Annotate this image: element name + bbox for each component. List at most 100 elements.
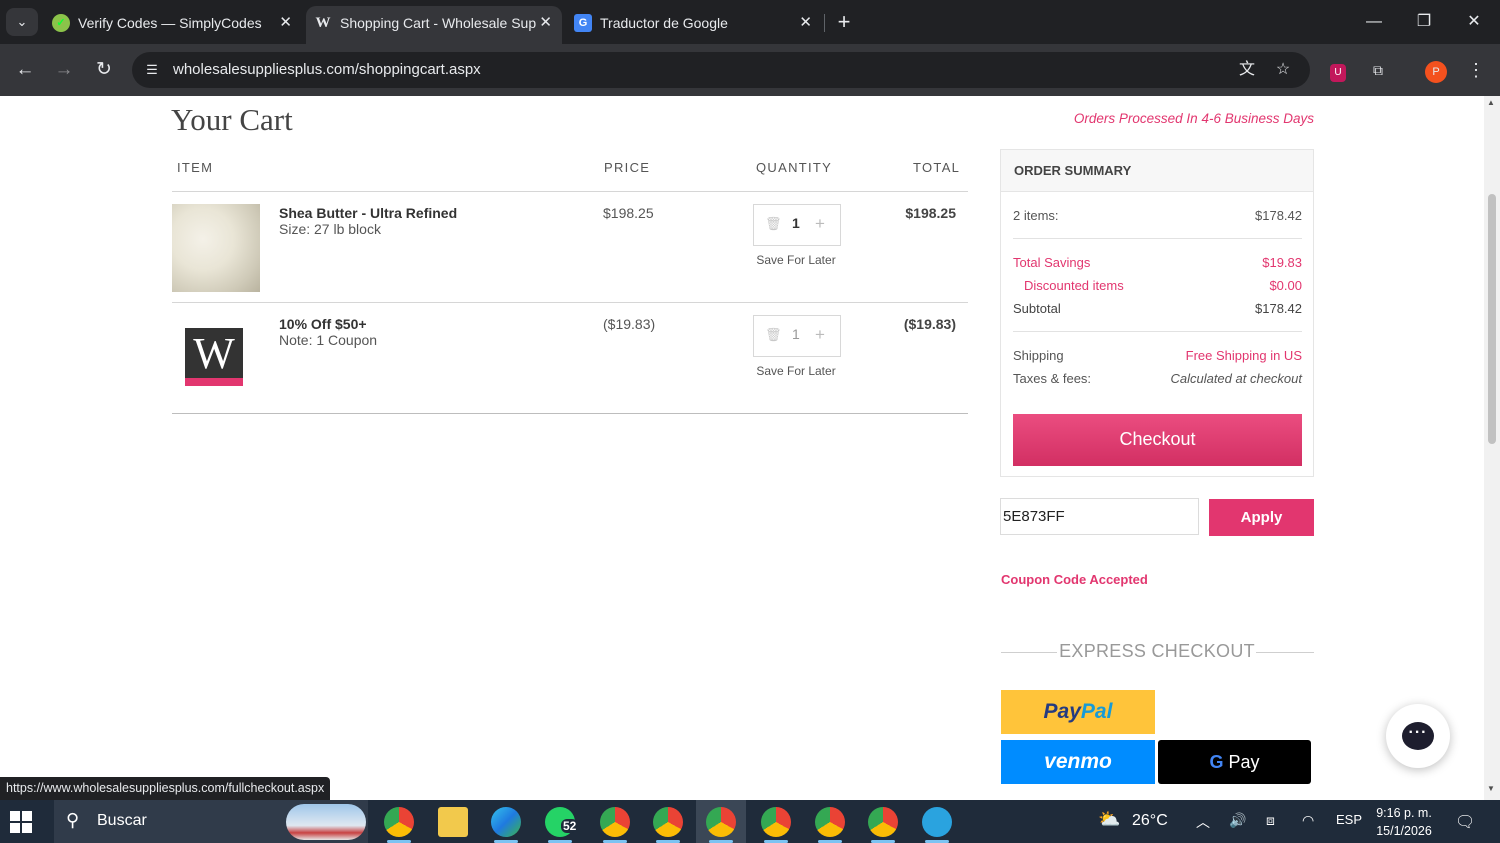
bookmark-star-icon[interactable]: ☆ (1272, 60, 1294, 80)
chrome-profile-g-icon[interactable] (653, 807, 683, 837)
chrome-profile-c2-icon[interactable] (868, 807, 898, 837)
checkout-button[interactable]: Checkout (1013, 414, 1302, 466)
wifi-icon[interactable]: ◠ (1302, 812, 1314, 829)
paypal-wordmark-part: Pay (1043, 700, 1081, 723)
show-hidden-icons-chevron-icon[interactable]: ︿ (1196, 812, 1210, 832)
tab-search-button[interactable]: ⌄ (6, 8, 38, 36)
meet-now-icon[interactable]: ⧈ (1266, 812, 1275, 829)
tab-google-translate[interactable]: G Traductor de Google ✕ (566, 6, 822, 44)
quantity-stepper: 🗑 1 + (753, 204, 841, 246)
minimize-button[interactable]: — (1351, 8, 1397, 36)
tab-simplycodes[interactable]: ✓ Verify Codes — SimplyCodes ✕ (44, 6, 302, 44)
google-translate-favicon-icon: G (574, 14, 592, 32)
browser-toolbar: ← → ↻ ☰ wholesalesuppliesplus.com/shoppi… (0, 44, 1500, 96)
divider (1013, 331, 1302, 332)
column-header-price: PRICE (604, 160, 651, 175)
subtotal-value: $178.42 (1255, 301, 1302, 316)
save-for-later-link[interactable]: Save For Later (746, 253, 846, 267)
google-pay-button[interactable]: G Pay (1158, 740, 1311, 784)
reload-button[interactable]: ↻ (90, 56, 118, 84)
trash-icon[interactable]: 🗑 (765, 327, 782, 343)
items-label: 2 items: (1013, 208, 1059, 223)
plus-icon[interactable]: + (815, 325, 825, 345)
temperature-label[interactable]: 26°C (1132, 812, 1168, 830)
back-button[interactable]: ← (11, 56, 39, 84)
chrome-profile-p-icon[interactable] (706, 807, 736, 837)
restore-button[interactable]: ❐ (1401, 8, 1447, 36)
extensions-puzzle-icon[interactable]: ⧉ (1366, 58, 1390, 82)
order-summary-title: ORDER SUMMARY (1001, 150, 1313, 192)
google-g-icon: G (1209, 752, 1224, 772)
save-for-later-link[interactable]: Save For Later (746, 364, 846, 378)
coupon-name[interactable]: 10% Off $50+ (279, 316, 367, 332)
divider (172, 302, 968, 303)
subtotal-label: Subtotal (1013, 301, 1061, 316)
chrome-taskbar-icon[interactable] (384, 807, 414, 837)
scrollbar-thumb[interactable] (1488, 194, 1496, 444)
summary-shipping-row: Shipping Free Shipping in US (1013, 348, 1302, 363)
profile-avatar[interactable]: P (1424, 58, 1448, 83)
clock-time: 9:16 p. m. (1376, 806, 1432, 820)
volume-icon[interactable]: 🔊 (1229, 812, 1246, 829)
product-size: Size: 27 lb block (279, 221, 381, 237)
line-total: $198.25 (905, 205, 956, 221)
site-settings-icon[interactable]: ☰ (142, 60, 162, 80)
translate-icon[interactable]: 文 (1236, 60, 1258, 80)
browser-menu-icon[interactable]: ⋮ (1464, 58, 1488, 82)
close-tab-icon[interactable]: ✕ (799, 6, 812, 40)
telegram-icon[interactable] (922, 807, 952, 837)
discounted-value: $0.00 (1269, 278, 1302, 293)
close-window-button[interactable]: ✕ (1451, 8, 1497, 36)
scroll-down-arrow-icon[interactable]: ▼ (1487, 784, 1495, 793)
page-content: Your Cart Orders Processed In 4-6 Busine… (0, 96, 1484, 800)
divider (1013, 238, 1302, 239)
close-tab-icon[interactable]: ✕ (279, 6, 292, 40)
express-checkout-label: EXPRESS CHECKOUT (1059, 641, 1255, 661)
apply-coupon-button[interactable]: Apply (1209, 499, 1314, 536)
taskbar-search-box[interactable]: ⚲ Buscar (54, 800, 368, 843)
taskbar-clock[interactable]: 9:16 p. m. 15/1/2026 (1366, 804, 1442, 840)
page-scrollbar[interactable]: ▲ ▼ (1484, 96, 1500, 800)
product-name[interactable]: Shea Butter - Ultra Refined (279, 205, 457, 221)
notifications-icon[interactable]: 🗨 (1455, 812, 1475, 832)
shea-butter-product-image[interactable] (172, 204, 260, 292)
items-value: $178.42 (1255, 208, 1302, 223)
wsp-favicon-icon: W (315, 15, 331, 31)
chrome-profile-icon[interactable] (761, 807, 791, 837)
file-explorer-icon[interactable] (438, 807, 468, 837)
search-highlight-image[interactable] (286, 804, 366, 840)
forward-button[interactable]: → (50, 56, 78, 84)
chrome-profile-s-icon[interactable] (815, 807, 845, 837)
product-price: $198.25 (603, 205, 654, 221)
column-header-quantity: QUANTITY (756, 160, 833, 175)
tab-title: Traductor de Google (600, 15, 728, 31)
close-tab-icon[interactable]: ✕ (539, 6, 552, 40)
chrome-profile-c-icon[interactable] (600, 807, 630, 837)
discounted-label: Discounted items (1024, 278, 1124, 293)
quantity-value[interactable]: 1 (792, 326, 800, 342)
tab-title: Verify Codes — SimplyCodes (78, 15, 262, 31)
divider (172, 191, 968, 192)
orders-processing-note: Orders Processed In 4-6 Business Days (1073, 111, 1314, 126)
address-bar[interactable]: ☰ wholesalesuppliesplus.com/shoppingcart… (132, 52, 1310, 88)
trash-icon[interactable]: 🗑 (765, 216, 782, 232)
url-text[interactable]: wholesalesuppliesplus.com/shoppingcart.a… (173, 52, 481, 88)
plus-icon[interactable]: + (815, 214, 825, 234)
venmo-button[interactable]: venmo (1001, 740, 1155, 784)
windows-start-icon[interactable] (10, 811, 32, 833)
coupon-code-input[interactable] (1000, 498, 1199, 535)
new-tab-button[interactable]: + (834, 8, 854, 36)
chat-widget-button[interactable]: ··· (1386, 704, 1450, 768)
scroll-up-arrow-icon[interactable]: ▲ (1487, 98, 1495, 107)
weather-icon[interactable]: ⛅ (1098, 809, 1120, 830)
taskbar-search-placeholder: Buscar (97, 812, 147, 829)
chat-bubble-icon: ··· (1402, 722, 1434, 750)
whatsapp-icon[interactable]: 52 (545, 807, 579, 837)
quantity-value[interactable]: 1 (792, 215, 800, 231)
tab-shopping-cart[interactable]: W Shopping Cart - Wholesale Sup ✕ (306, 6, 562, 44)
windows-taskbar: ⚲ Buscar 52 ⛅ 26°C ︿ 🔊 ⧈ ◠ ESP 9:16 p. m… (0, 800, 1500, 843)
paypal-button[interactable]: PayPal (1001, 690, 1155, 734)
language-indicator[interactable]: ESP (1336, 812, 1362, 827)
ublock-extension-icon[interactable]: U (1326, 58, 1350, 82)
edge-icon[interactable] (491, 807, 521, 837)
